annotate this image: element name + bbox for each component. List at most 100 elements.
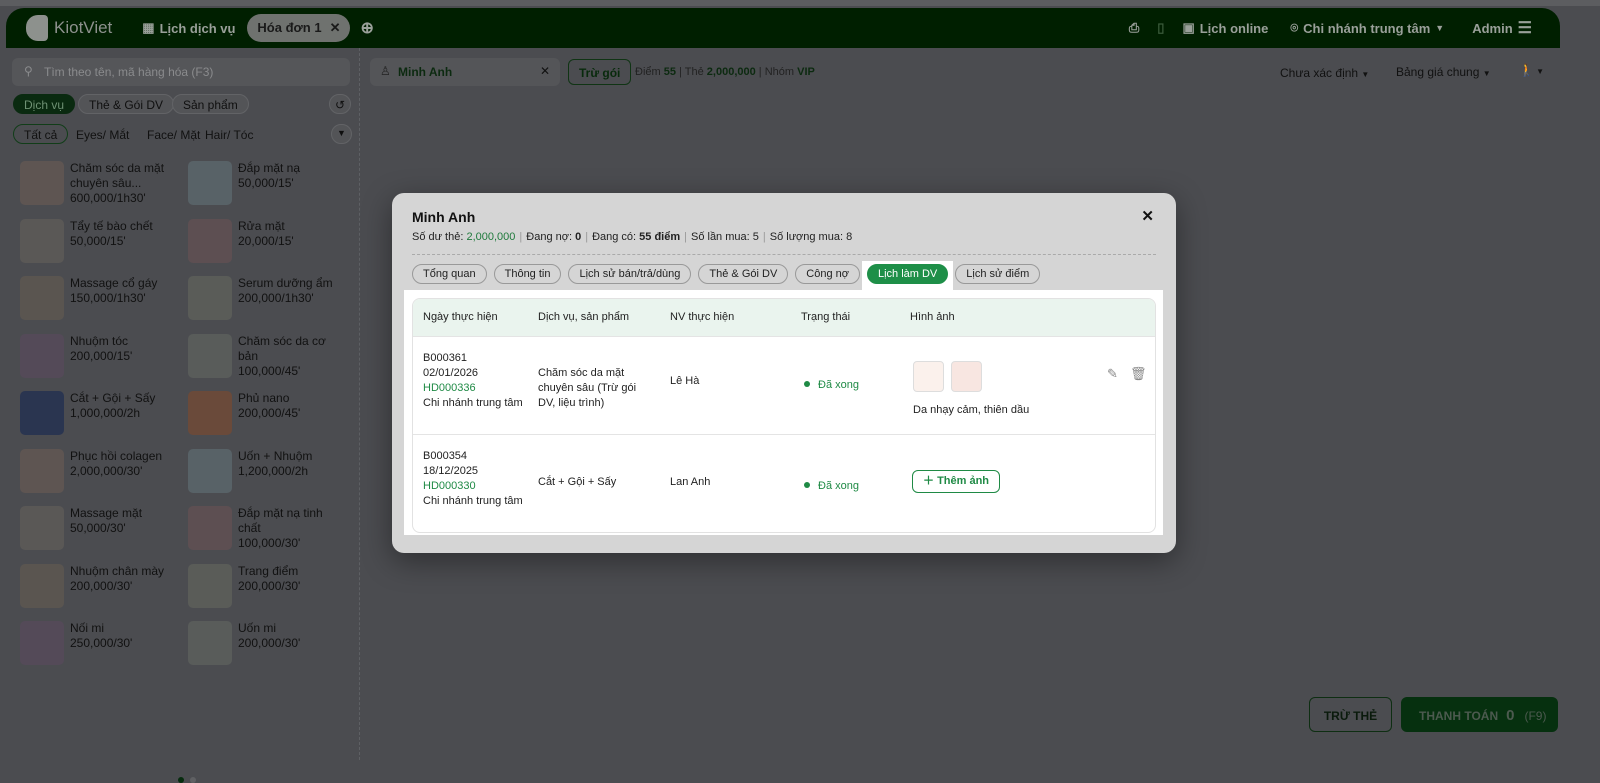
invoice-link[interactable]: HD000336	[423, 382, 476, 394]
product-name: Uốn + Nhuộm	[238, 448, 313, 463]
product-name: Nhuộm chân mày	[70, 563, 165, 578]
user-menu[interactable]: Admin ☰	[1472, 18, 1532, 38]
type-tab-cards[interactable]: Thẻ & Gói DV	[78, 94, 175, 114]
printer-icon[interactable]: ⎙	[1129, 20, 1139, 36]
tab-service-schedule[interactable]: Lịch làm DV	[866, 264, 949, 284]
tab-debt[interactable]: Công nợ	[795, 264, 860, 284]
type-tab-services[interactable]: Dịch vụ	[13, 94, 76, 114]
pricebook-select[interactable]: Bảng giá chung ▼	[1396, 65, 1491, 79]
product-name: Trang điểm	[238, 563, 299, 578]
type-tab-products[interactable]: Sản phẩm	[172, 94, 249, 114]
invoice-tab[interactable]: Hóa đơn 1 ✕	[247, 14, 351, 42]
location-icon: ⌾	[1290, 20, 1299, 35]
product-item[interactable]: Massage cổ gáy 150,000/1h30'	[0, 276, 170, 336]
add-image-button[interactable]: ＋ Thêm ảnh	[912, 470, 1001, 493]
product-name: Chăm sóc da mặt chuyên sâu...	[70, 161, 165, 190]
product-price: 100,000/30'	[238, 536, 301, 550]
tab-points-history[interactable]: Lịch sử điểm	[955, 264, 1041, 284]
service-photo[interactable]	[951, 361, 982, 392]
product-thumbnail	[20, 563, 64, 608]
product-thumbnail	[20, 276, 64, 320]
product-item[interactable]: Phục hồi colagen 2,000,000/30'	[0, 448, 170, 509]
product-name: Nhuộm tóc	[70, 333, 129, 348]
product-price: 200,000/1h30'	[238, 291, 314, 305]
logo[interactable]: KiotViet	[26, 15, 112, 41]
edit-icon[interactable]: ✎	[1107, 366, 1118, 381]
history-icon[interactable]: ↺	[329, 94, 352, 114]
tab-cards-packages[interactable]: Thẻ & Gói DV	[698, 264, 789, 284]
tab-sales-history[interactable]: Lịch sử bán/trả/dùng	[568, 264, 692, 284]
product-price: 2,000,000/30'	[70, 463, 143, 478]
online-schedule-link[interactable]: ▣ Lịch online	[1182, 20, 1268, 36]
product-price: 50,000/30'	[70, 521, 126, 535]
product-price: 100,000/45'	[238, 363, 301, 378]
delete-icon[interactable]: 🗑	[1130, 366, 1147, 381]
product-item[interactable]: Đắp mặt nạ 50,000/15'	[168, 161, 338, 221]
category-more-icon[interactable]: ▼	[331, 124, 352, 144]
calendar-edit-icon: ▣	[1182, 20, 1195, 35]
page-dot[interactable]	[190, 777, 196, 783]
deduct-package-button[interactable]: Trừ gói	[568, 59, 632, 85]
product-price: 1,000,000/2h	[70, 406, 141, 420]
category-all[interactable]: Tất cả	[13, 124, 69, 144]
product-item[interactable]: Phủ nano 200,000/45'	[168, 391, 338, 451]
product-thumbnail	[20, 506, 64, 550]
product-name: Massage cổ gáy	[70, 276, 158, 290]
search-icon: ⚲	[24, 64, 33, 78]
category-face[interactable]: Face/ Mặt	[147, 128, 200, 142]
product-panel: ⚲ Tìm theo tên, mã hàng hóa (F3) Dịch vụ …	[0, 48, 360, 783]
product-item[interactable]: Nhuộm tóc 200,000/15'	[0, 333, 170, 394]
product-price: 200,000/30'	[238, 636, 301, 650]
service-photo[interactable]	[913, 361, 944, 392]
clear-customer-icon[interactable]: ✕	[540, 64, 550, 78]
product-thumbnail	[188, 506, 232, 550]
product-item[interactable]: Uốn + Nhuộm 1,200,000/2h	[168, 448, 338, 509]
product-item[interactable]: Serum dưỡng ẩm 200,000/1h30'	[168, 276, 338, 336]
product-thumbnail	[188, 333, 232, 378]
product-item[interactable]: Uốn mi 200,000/30'	[168, 621, 338, 681]
product-name: Cắt + Gội + Sấy	[70, 391, 156, 405]
product-item[interactable]: Đắp mặt nạ tinh chất 100,000/30'	[168, 506, 338, 566]
product-item[interactable]: Massage mặt 50,000/30'	[0, 506, 170, 566]
close-modal-icon[interactable]: ✕	[1141, 207, 1154, 225]
product-item[interactable]: Nối mi 250,000/30'	[0, 621, 170, 681]
product-item[interactable]: Trang điểm 200,000/30'	[168, 563, 338, 624]
product-thumbnail	[188, 276, 232, 320]
plus-icon: ＋	[923, 475, 934, 487]
product-item[interactable]: Chăm sóc da mặt chuyên sâu... 600,000/1h3…	[0, 161, 170, 221]
invoice-link[interactable]: HD000330	[423, 480, 476, 492]
pay-button[interactable]: THANH TOÁN 0 (F9)	[1401, 697, 1558, 732]
tab-overview[interactable]: Tổng quan	[412, 264, 487, 284]
product-item[interactable]: Tẩy tế bào chết 50,000/15'	[0, 218, 170, 279]
branch-select[interactable]: ⌾ Chi nhánh trung tâm ▼	[1290, 20, 1444, 36]
product-item[interactable]: Chăm sóc da cơ bản 100,000/45'	[168, 333, 338, 394]
product-search-input[interactable]: ⚲ Tìm theo tên, mã hàng hóa (F3)	[12, 58, 350, 86]
photo-note: Da nhạy cảm, thiên dầu	[913, 404, 1030, 416]
walk-in-icon[interactable]: 🚶 ▼	[1519, 63, 1544, 77]
product-item[interactable]: Rửa mặt 20,000/15'	[168, 218, 338, 279]
pagination-dots[interactable]	[178, 777, 196, 783]
service-history-table: Ngày thực hiện Dịch vụ, sản phẩm NV thực…	[412, 298, 1156, 533]
product-price: 250,000/30'	[70, 636, 133, 650]
menu-icon: ☰	[1517, 20, 1532, 37]
schedule-link[interactable]: ▦ Lịch dịch vụ	[142, 20, 235, 36]
deduct-card-button[interactable]: TRỪ THẺ	[1309, 697, 1392, 732]
product-item[interactable]: Nhuộm chân mày 200,000/30'	[0, 563, 170, 624]
close-icon[interactable]: ✕	[330, 20, 341, 36]
category-hair[interactable]: Hair/ Tóc	[205, 128, 253, 142]
customer-field[interactable]: ♙ Minh Anh ✕	[370, 58, 560, 86]
add-tab-icon[interactable]: ⊕	[360, 18, 373, 38]
product-price: 50,000/15'	[70, 233, 126, 248]
tab-info[interactable]: Thông tin	[493, 264, 562, 284]
table-row[interactable]: B000354 18/12/2025 HD000330 Chi nhánh trung…	[413, 434, 1155, 532]
product-item[interactable]: Cắt + Gội + Sấy 1,000,000/2h	[0, 391, 170, 451]
document-icon[interactable]: ▯	[1157, 20, 1164, 36]
page-dot[interactable]	[178, 777, 184, 783]
product-name: Rửa mặt	[238, 218, 285, 233]
table-row[interactable]: B000361 02/01/2026 HD000336 Chi nhánh trung…	[413, 336, 1155, 434]
product-thumbnail	[20, 391, 64, 435]
product-name: Chăm sóc da cơ bản	[238, 333, 326, 363]
status-select[interactable]: Chưa xác định ▼	[1280, 66, 1369, 80]
service-history-panel: Ngày thực hiện Dịch vụ, sản phẩm NV thực…	[404, 290, 1163, 535]
category-eyes[interactable]: Eyes/ Mắt	[76, 128, 129, 142]
